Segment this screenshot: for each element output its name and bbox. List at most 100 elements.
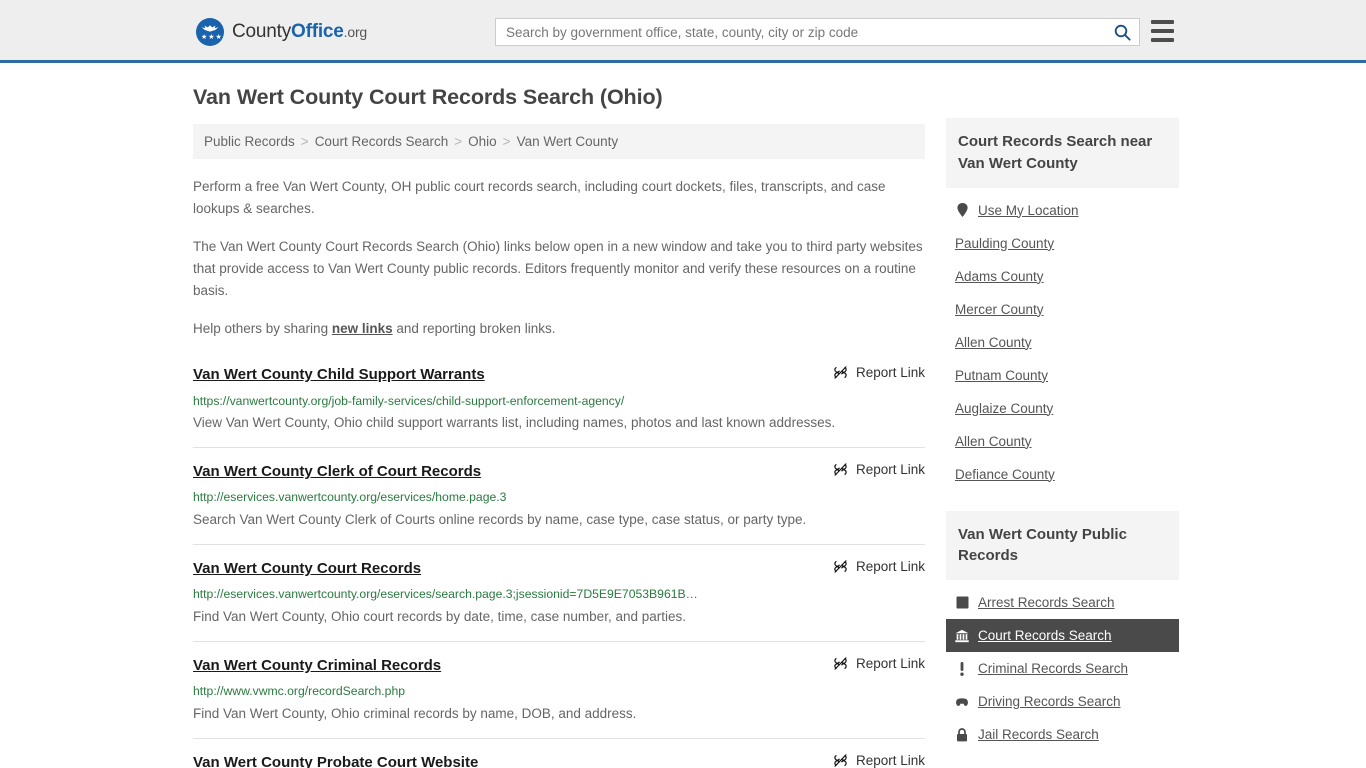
square-icon xyxy=(955,596,969,610)
nearby-county-link[interactable]: Adams County xyxy=(946,260,1179,293)
report-link-button[interactable]: Report Link xyxy=(817,559,925,574)
search-bar[interactable] xyxy=(495,18,1140,46)
hamburger-menu-icon[interactable] xyxy=(1151,20,1174,42)
page-body: Van Wert County Court Records Search (Oh… xyxy=(0,63,1366,768)
broken-link-icon xyxy=(833,753,848,768)
result-url[interactable]: https://vanwertcounty.org/job-family-ser… xyxy=(193,393,925,409)
nearby-county-link[interactable]: Mercer County xyxy=(946,293,1179,326)
nearby-county-link[interactable]: Auglaize County xyxy=(946,392,1179,425)
public-records-item[interactable]: Criminal Records Search xyxy=(946,652,1179,685)
search-icon xyxy=(1114,24,1131,41)
stars-glyph: ★★★ xyxy=(201,34,219,41)
broken-link-icon xyxy=(833,365,848,380)
hamburger-bar xyxy=(1151,20,1174,24)
breadcrumb: Public Records>Court Records Search>Ohio… xyxy=(193,124,925,159)
brand-part-county: County xyxy=(232,21,291,42)
new-links-link[interactable]: new links xyxy=(332,321,393,336)
result-title-link[interactable]: Van Wert County Child Support Warrants xyxy=(193,365,485,385)
nearby-county-link[interactable]: Allen County xyxy=(946,425,1179,458)
intro-paragraph-1: Perform a free Van Wert County, OH publi… xyxy=(193,176,925,220)
exclamation-icon xyxy=(959,662,965,676)
public-records-item[interactable]: Driving Records Search xyxy=(946,685,1179,718)
intro-p3-after: and reporting broken links. xyxy=(393,321,556,336)
brand-part-org: .org xyxy=(344,24,367,40)
courthouse-icon xyxy=(955,629,969,643)
result-item: Van Wert County Criminal Records Report L… xyxy=(193,641,925,738)
breadcrumb-item[interactable]: Public Records xyxy=(204,134,295,149)
result-item: Van Wert County Court Records Report Link… xyxy=(193,544,925,641)
brand-wordmark: CountyOffice.org xyxy=(232,21,367,43)
lock-icon xyxy=(955,728,969,742)
search-input[interactable] xyxy=(496,19,1105,45)
nearby-county-label: Mercer County xyxy=(955,302,1044,317)
report-link-label: Report Link xyxy=(856,462,925,477)
eagle-glyph xyxy=(200,24,220,33)
result-description: Find Van Wert County, Ohio criminal reco… xyxy=(193,703,925,725)
result-url[interactable]: http://eservices.vanwertcounty.org/eserv… xyxy=(193,489,925,505)
report-link-button[interactable]: Report Link xyxy=(817,365,925,380)
search-button[interactable] xyxy=(1105,19,1139,45)
report-link-label: Report Link xyxy=(856,365,925,380)
report-link-button[interactable]: Report Link xyxy=(817,656,925,671)
report-link-button[interactable]: Report Link xyxy=(817,753,925,768)
public-records-item[interactable]: Arrest Records Search xyxy=(946,586,1179,619)
nearby-county-link[interactable]: Defiance County xyxy=(946,458,1179,491)
public-records-label: Criminal Records Search xyxy=(978,661,1128,676)
report-link-button[interactable]: Report Link xyxy=(817,462,925,477)
public-records-panel: Van Wert County Public Records Arrest Re… xyxy=(946,511,1179,752)
breadcrumb-item[interactable]: Court Records Search xyxy=(315,134,449,149)
result-title-link[interactable]: Van Wert County Criminal Records xyxy=(193,656,441,676)
nearby-counties-list: Use My Location Paulding County Adams Coun… xyxy=(946,188,1179,491)
breadcrumb-item[interactable]: Van Wert County xyxy=(517,134,619,149)
lock-icon xyxy=(956,728,968,742)
result-header: Van Wert County Clerk of Court Records Re… xyxy=(193,462,925,482)
brand-part-office: Office xyxy=(291,21,344,42)
use-my-location-button[interactable]: Use My Location xyxy=(946,194,1179,227)
site-logo[interactable]: ★★★ CountyOffice.org xyxy=(196,18,367,46)
intro-paragraph-3: Help others by sharing new links and rep… xyxy=(193,318,925,340)
result-title-link[interactable]: Van Wert County Court Records xyxy=(193,559,421,579)
nearby-county-link[interactable]: Putnam County xyxy=(946,359,1179,392)
result-item: Van Wert County Probate Court Website Rep… xyxy=(193,738,925,768)
nearby-counties-panel: Court Records Search near Van Wert Count… xyxy=(946,118,1179,491)
result-title-link[interactable]: Van Wert County Clerk of Court Records xyxy=(193,462,481,482)
nearby-county-link[interactable]: Allen County xyxy=(946,326,1179,359)
report-link-label: Report Link xyxy=(856,656,925,671)
result-item: Van Wert County Child Support Warrants Re… xyxy=(193,359,925,447)
eagle-shield-logo-icon: ★★★ xyxy=(196,18,224,46)
result-url[interactable]: http://www.vwmc.org/recordSearch.php xyxy=(193,683,925,699)
page-title: Van Wert County Court Records Search (Oh… xyxy=(193,85,925,110)
public-records-item[interactable]: Court Records Search xyxy=(946,619,1179,652)
exclamation-icon xyxy=(955,662,969,676)
public-records-label: Jail Records Search xyxy=(978,727,1099,742)
nearby-counties-heading: Court Records Search near Van Wert Count… xyxy=(946,118,1179,188)
nearby-county-label: Paulding County xyxy=(955,236,1054,251)
site-header: ★★★ CountyOffice.org xyxy=(0,0,1366,63)
breadcrumb-separator: > xyxy=(448,134,468,149)
nearby-county-label: Putnam County xyxy=(955,368,1048,383)
result-description: Find Van Wert County, Ohio court records… xyxy=(193,606,925,628)
result-header: Van Wert County Probate Court Website Rep… xyxy=(193,753,925,768)
public-records-heading: Van Wert County Public Records xyxy=(946,511,1179,581)
public-records-item[interactable]: Jail Records Search xyxy=(946,718,1179,751)
report-link-label: Report Link xyxy=(856,753,925,768)
result-description: View Van Wert County, Ohio child support… xyxy=(193,412,925,434)
result-url[interactable]: http://eservices.vanwertcounty.org/eserv… xyxy=(193,586,925,602)
broken-link-icon xyxy=(833,559,848,574)
nearby-county-label: Adams County xyxy=(955,269,1044,284)
result-header: Van Wert County Child Support Warrants Re… xyxy=(193,365,925,385)
public-records-label: Driving Records Search xyxy=(978,694,1121,709)
intro-text: Perform a free Van Wert County, OH publi… xyxy=(193,176,925,340)
nearby-county-label: Defiance County xyxy=(955,467,1055,482)
hamburger-bar xyxy=(1151,29,1174,33)
result-header: Van Wert County Court Records Report Link xyxy=(193,559,925,579)
nearby-county-label: Allen County xyxy=(955,335,1032,350)
breadcrumb-item[interactable]: Ohio xyxy=(468,134,497,149)
report-link-label: Report Link xyxy=(856,559,925,574)
nearby-county-link[interactable]: Paulding County xyxy=(946,227,1179,260)
public-records-list: Arrest Records SearchCourt Records Searc… xyxy=(946,580,1179,751)
result-title-link[interactable]: Van Wert County Probate Court Website xyxy=(193,753,478,768)
intro-paragraph-2: The Van Wert County Court Records Search… xyxy=(193,236,925,302)
result-description: Search Van Wert County Clerk of Courts o… xyxy=(193,509,925,531)
nearby-county-label: Use My Location xyxy=(978,203,1079,218)
